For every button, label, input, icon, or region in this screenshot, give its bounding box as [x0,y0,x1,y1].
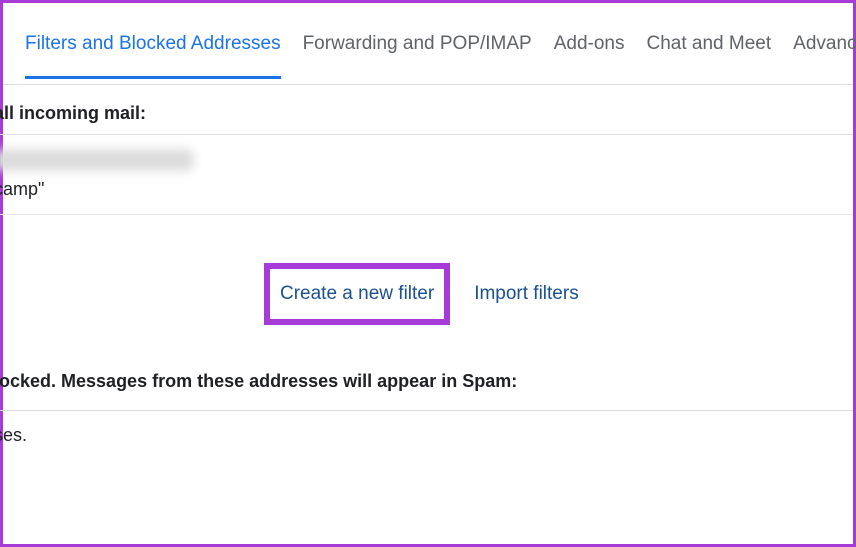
filter-actions: Create a new filter Import filters [6,215,853,365]
filter-address-redacted [0,149,194,171]
tab-add-ons[interactable]: Add-ons [554,33,625,79]
tab-forwarding-pop-imap[interactable]: Forwarding and POP/IMAP [303,33,532,79]
settings-content: all incoming mail: camp" Create a new fi… [3,85,853,460]
import-filters-link[interactable]: Import filters [474,283,579,305]
highlight-annotation: Create a new filter [264,263,450,325]
filters-section-header: all incoming mail: [0,85,853,134]
create-filter-link[interactable]: Create a new filter [280,283,434,304]
filter-criteria-text: camp" [0,179,853,200]
settings-tabs: Filters and Blocked Addresses Forwarding… [3,3,853,85]
filter-item[interactable]: camp" [0,134,853,215]
blocked-section-header: locked. Messages from these addresses wi… [0,365,853,411]
tab-advanced[interactable]: Advanced [793,33,856,79]
tab-chat-meet[interactable]: Chat and Meet [647,33,772,79]
blocked-addresses-text: ses. [0,411,853,460]
tab-filters-blocked[interactable]: Filters and Blocked Addresses [25,33,281,79]
